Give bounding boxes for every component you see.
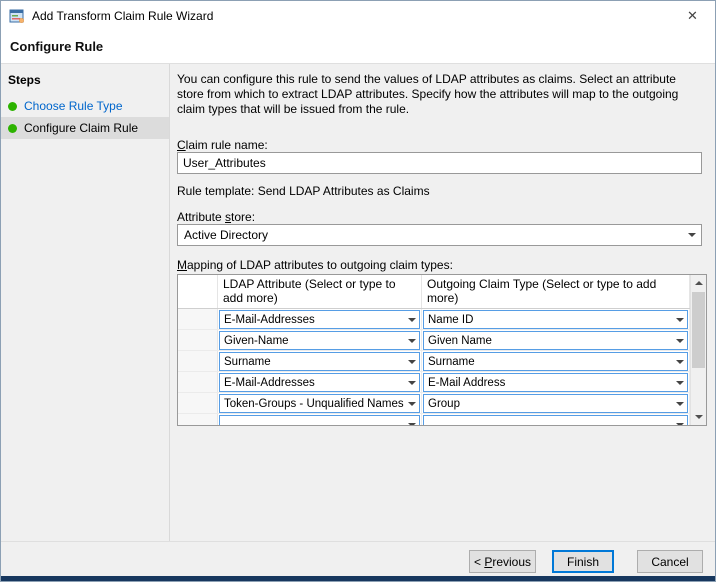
- sidebar-item-choose-rule-type[interactable]: Choose Rule Type: [1, 95, 169, 117]
- ldap-attribute-column-header: LDAP Attribute (Select or type to add mo…: [218, 275, 422, 308]
- chevron-down-icon: [404, 416, 419, 426]
- selector-column-header: [178, 275, 218, 308]
- steps-panel: Steps Choose Rule Type Configure Claim R…: [1, 64, 170, 541]
- finish-button[interactable]: Finish: [552, 550, 614, 573]
- chevron-down-icon: [672, 395, 687, 412]
- outgoing-claim-select[interactable]: Given Name: [423, 331, 688, 350]
- scroll-down-arrow-icon[interactable]: [691, 409, 706, 425]
- mapping-table-inner: LDAP Attribute (Select or type to add mo…: [178, 275, 690, 425]
- chevron-down-icon: [672, 311, 687, 328]
- heading-band: Configure Rule: [1, 32, 715, 64]
- footer-bar: < Previous Finish Cancel: [1, 541, 715, 578]
- row-selector-cell[interactable]: [178, 330, 218, 350]
- wizard-icon: [9, 8, 25, 24]
- ldap-attribute-select[interactable]: Token-Groups - Unqualified Names: [219, 394, 420, 413]
- row-selector-cell[interactable]: [178, 372, 218, 392]
- rule-template-text: Rule template: Send LDAP Attributes as C…: [177, 184, 430, 198]
- ldap-attribute-select[interactable]: E-Mail-Addresses: [219, 373, 420, 392]
- chevron-down-icon: [404, 353, 419, 370]
- outgoing-claim-select[interactable]: [423, 415, 688, 426]
- table-row: Surname Surname: [178, 351, 690, 372]
- chevron-down-icon: [404, 332, 419, 349]
- claim-rule-name-input[interactable]: [177, 152, 702, 174]
- step-complete-dot-icon: [8, 124, 17, 133]
- row-selector-cell[interactable]: [178, 393, 218, 413]
- ldap-attribute-select[interactable]: [219, 415, 420, 426]
- chevron-down-icon: [672, 416, 687, 426]
- chevron-down-icon: [672, 374, 687, 391]
- main-content: You can configure this rule to send the …: [171, 64, 716, 541]
- outgoing-claim-select[interactable]: Group: [423, 394, 688, 413]
- chevron-down-icon: [404, 311, 419, 328]
- row-selector-cell[interactable]: [178, 309, 218, 329]
- outgoing-claim-select[interactable]: Surname: [423, 352, 688, 371]
- table-row: E-Mail-Addresses E-Mail Address: [178, 372, 690, 393]
- close-button[interactable]: ✕: [670, 1, 715, 31]
- scrollbar-thumb[interactable]: [692, 292, 705, 368]
- ldap-attribute-select[interactable]: Surname: [219, 352, 420, 371]
- scroll-up-arrow-icon[interactable]: [691, 275, 706, 291]
- outgoing-claim-select[interactable]: Name ID: [423, 310, 688, 329]
- row-selector-cell[interactable]: [178, 414, 218, 426]
- chevron-down-icon: [672, 353, 687, 370]
- window-bottom-edge: [1, 576, 715, 581]
- chevron-down-icon: [672, 332, 687, 349]
- mapping-table-header: LDAP Attribute (Select or type to add mo…: [178, 275, 690, 309]
- row-selector-cell[interactable]: [178, 351, 218, 371]
- table-row: Given-Name Given Name: [178, 330, 690, 351]
- page-title: Configure Rule: [10, 39, 103, 54]
- table-row: E-Mail-Addresses Name ID: [178, 309, 690, 330]
- mapping-table: LDAP Attribute (Select or type to add mo…: [177, 274, 707, 426]
- outgoing-claim-select[interactable]: E-Mail Address: [423, 373, 688, 392]
- chevron-down-icon: [683, 225, 701, 245]
- window-title: Add Transform Claim Rule Wizard: [32, 1, 213, 32]
- claim-rule-name-label: Claim rule name:: [177, 138, 268, 152]
- previous-button[interactable]: < Previous: [469, 550, 536, 573]
- mapping-label: Mapping of LDAP attributes to outgoing c…: [177, 258, 453, 272]
- page-description: You can configure this rule to send the …: [177, 72, 700, 117]
- steps-title: Steps: [1, 64, 169, 95]
- attribute-store-label: Attribute store:: [177, 210, 255, 224]
- sidebar-item-configure-claim-rule[interactable]: Configure Claim Rule: [1, 117, 169, 139]
- wizard-window: Add Transform Claim Rule Wizard ✕ Config…: [0, 0, 716, 582]
- table-row-partial: [178, 414, 690, 426]
- step-complete-dot-icon: [8, 102, 17, 111]
- chevron-down-icon: [404, 374, 419, 391]
- ldap-attribute-select[interactable]: Given-Name: [219, 331, 420, 350]
- title-bar: Add Transform Claim Rule Wizard ✕: [1, 1, 715, 32]
- outgoing-claim-column-header: Outgoing Claim Type (Select or type to a…: [422, 275, 690, 308]
- table-row: Token-Groups - Unqualified Names Group: [178, 393, 690, 414]
- attribute-store-select[interactable]: Active Directory: [177, 224, 702, 246]
- table-vertical-scrollbar[interactable]: [690, 275, 706, 425]
- cancel-button[interactable]: Cancel: [637, 550, 703, 573]
- ldap-attribute-select[interactable]: E-Mail-Addresses: [219, 310, 420, 329]
- chevron-down-icon: [404, 395, 419, 412]
